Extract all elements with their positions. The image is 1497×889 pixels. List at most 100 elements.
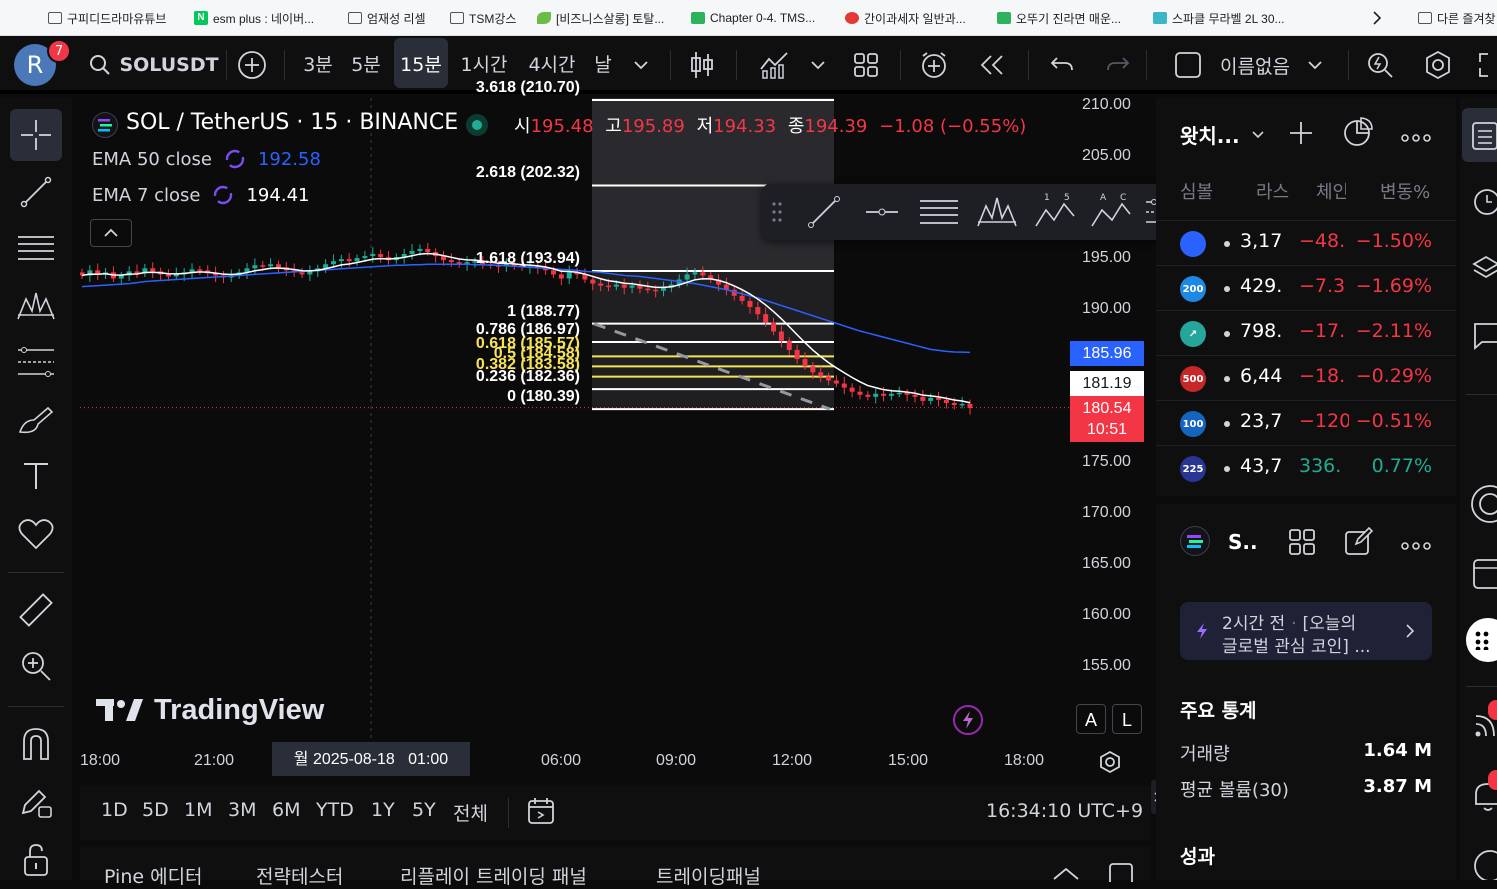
pattern-tool[interactable]: [10, 280, 62, 332]
details-symbol[interactable]: S..: [1228, 530, 1258, 554]
drag-handle[interactable]: [770, 200, 784, 224]
ema7-legend[interactable]: EMA 7 close 194.41: [92, 184, 309, 206]
ft-trend-line[interactable]: [806, 194, 842, 234]
log-scale-button[interactable]: L: [1112, 704, 1142, 734]
range-8[interactable]: 전체: [453, 799, 488, 826]
magnet-tool[interactable]: [10, 718, 62, 770]
indicators-dropdown[interactable]: [804, 36, 832, 94]
column-header-change[interactable]: 체인: [1316, 178, 1346, 204]
interval-0[interactable]: 3분: [296, 38, 340, 88]
details-more-button[interactable]: [1400, 536, 1432, 555]
watchlist-row[interactable]: 3,17 −48. −1.50%: [1156, 220, 1456, 265]
text-tool[interactable]: [10, 450, 62, 502]
favorites-tool[interactable]: [10, 508, 62, 560]
lock-tool[interactable]: [10, 834, 62, 886]
column-header-symbol[interactable]: 심볼: [1180, 178, 1213, 204]
chart-type-button[interactable]: [682, 36, 722, 94]
brush-tool[interactable]: [10, 394, 62, 446]
more-options-button[interactable]: [1400, 128, 1432, 147]
watchlist-title-button[interactable]: 왓치...: [1180, 120, 1264, 149]
interval-5[interactable]: 날: [588, 38, 618, 88]
range-5[interactable]: YTD: [316, 799, 354, 821]
interval-dropdown[interactable]: [626, 36, 656, 94]
panel-tab-2[interactable]: 리플레이 트레이딩 패널: [400, 862, 587, 889]
bookmark-link-8[interactable]: 스파클 무라벨 2L 30...: [1153, 9, 1298, 27]
column-header-last[interactable]: 라스: [1256, 178, 1289, 204]
panel-tab-3[interactable]: 트레이딩패널: [656, 862, 761, 889]
maximize-panel-button[interactable]: [1108, 862, 1134, 886]
quick-search-button[interactable]: [1360, 36, 1400, 94]
range-6[interactable]: 1Y: [371, 799, 395, 821]
range-4[interactable]: 6M: [272, 799, 300, 821]
details-note-button[interactable]: [1344, 526, 1374, 560]
bookmark-folder-2[interactable]: 엄재성 리셀: [348, 9, 438, 27]
symbol-search-button[interactable]: SOLUSDT: [88, 36, 220, 94]
panel-tab-1[interactable]: 전략테스터: [256, 862, 343, 889]
watchlist-row[interactable]: ↗ 798. −17. −2.11%: [1156, 310, 1456, 355]
auto-scale-button[interactable]: A: [1076, 704, 1106, 734]
indicators-button[interactable]: [754, 36, 794, 94]
bookmark-link-5[interactable]: Chapter 0-4. TMS...: [691, 9, 831, 27]
apps-tab[interactable]: [1466, 618, 1497, 662]
lightning-button[interactable]: [953, 705, 983, 735]
other-bookmarks-folder-9[interactable]: 다른 즐겨찾: [1418, 9, 1497, 27]
chats-tab[interactable]: [1472, 320, 1497, 354]
crosshair-tool[interactable]: [10, 109, 62, 161]
ft-pattern[interactable]: [976, 194, 1018, 234]
trend-line-tool[interactable]: [10, 166, 62, 218]
ft-fib[interactable]: [920, 194, 958, 234]
alerts-tab[interactable]: [1472, 186, 1497, 220]
panel-tab-0[interactable]: Pine 에디터: [104, 862, 203, 889]
watchlist-row[interactable]: 225 43,7 336. 0.77%: [1156, 445, 1456, 490]
clock-timezone[interactable]: 16:34:10 UTC+9: [986, 800, 1143, 822]
zoom-tool[interactable]: [10, 640, 62, 692]
replay-button[interactable]: [972, 36, 1012, 94]
watchlist-tab[interactable]: [1462, 108, 1497, 162]
redo-button[interactable]: [1100, 36, 1136, 94]
undo-button[interactable]: [1044, 36, 1080, 94]
bookmark-link-1[interactable]: Nesm plus : 네이버...: [194, 9, 334, 27]
settings-button[interactable]: [1418, 36, 1458, 94]
range-0[interactable]: 1D: [101, 799, 128, 821]
news-card[interactable]: 2시간 전 · [오늘의 글로벌 관심 코인] ...: [1180, 602, 1432, 660]
legend-title[interactable]: SOL / TetherUS · 15 · BINANCE: [126, 110, 458, 135]
ft-abc[interactable]: AC: [1090, 190, 1132, 234]
lock-drawings-tool[interactable]: [10, 776, 62, 828]
ema50-legend[interactable]: EMA 50 close 192.58: [92, 148, 321, 170]
forecast-tool[interactable]: [10, 336, 62, 388]
calendar-tab[interactable]: [1472, 556, 1497, 594]
bookmark-link-4[interactable]: [비즈니스살롱] 토탈...: [537, 9, 687, 27]
alert-button[interactable]: [914, 36, 954, 94]
bookmark-link-6[interactable]: 간이과세자 일반과...: [845, 9, 985, 27]
range-2[interactable]: 1M: [184, 799, 212, 821]
details-layout-button[interactable]: [1288, 528, 1316, 560]
fullscreen-button[interactable]: [1474, 36, 1497, 94]
bookmarks-overflow-button[interactable]: [1372, 9, 1382, 27]
watchlist-row[interactable]: 200 429. −7.3 −1.69%: [1156, 265, 1456, 310]
collapse-panel-button[interactable]: [1052, 866, 1080, 885]
compare-add-button[interactable]: [234, 36, 270, 94]
fib-tool[interactable]: [10, 222, 62, 274]
column-header-change-pct[interactable]: 변동%: [1380, 178, 1430, 204]
add-symbol-button[interactable]: [1288, 120, 1314, 150]
ft-elliott[interactable]: 15: [1034, 190, 1076, 234]
ideas-tab[interactable]: [1468, 484, 1497, 528]
range-3[interactable]: 3M: [228, 799, 256, 821]
help-tab[interactable]: [1470, 846, 1497, 884]
range-7[interactable]: 5Y: [412, 799, 436, 821]
collapse-legend-button[interactable]: [90, 219, 132, 247]
chart-settings-button[interactable]: [1098, 750, 1122, 778]
layout-name-button[interactable]: 이름없음: [1160, 36, 1336, 94]
goto-date-button[interactable]: [526, 796, 556, 830]
advanced-view-button[interactable]: [1342, 116, 1374, 152]
watchlist-row[interactable]: 100 23,7 −120 −0.51%: [1156, 400, 1456, 445]
ft-horizontal-ray[interactable]: [864, 194, 900, 234]
bookmark-folder-3[interactable]: TSM강스: [450, 9, 530, 27]
object-tree-tab[interactable]: [1472, 254, 1497, 288]
layouts-button[interactable]: [846, 36, 886, 94]
bookmark-folder-0[interactable]: 구피디드라마유튜브: [48, 9, 188, 27]
range-1[interactable]: 5D: [142, 799, 169, 821]
watchlist-row[interactable]: 500 6,44 −18. −0.29%: [1156, 355, 1456, 400]
bookmark-link-7[interactable]: 오뚜기 진라면 매운...: [997, 9, 1142, 27]
measure-tool[interactable]: [10, 584, 62, 636]
